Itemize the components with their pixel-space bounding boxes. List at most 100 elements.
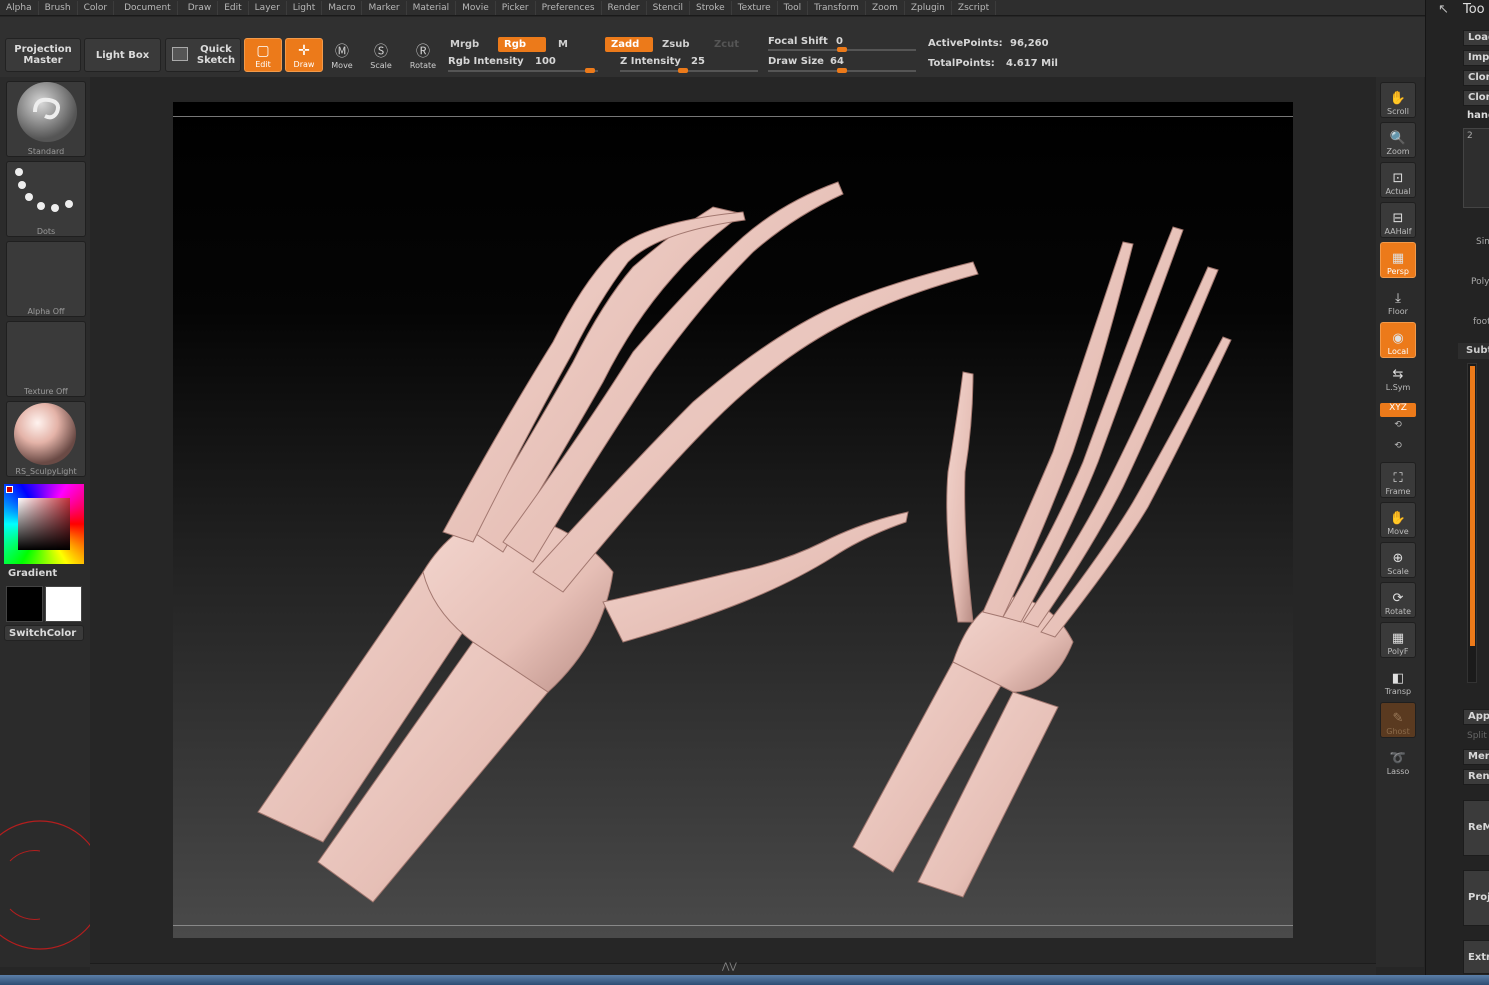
zoom-button[interactable]: 🔍 Zoom: [1380, 122, 1416, 158]
gradient-label[interactable]: Gradient: [8, 568, 57, 579]
ghost-button[interactable]: ✎ Ghost: [1380, 702, 1416, 738]
menu-material[interactable]: Material: [407, 0, 457, 15]
view-rotate-button[interactable]: ⟳ Rotate: [1380, 582, 1416, 618]
menu-zoom[interactable]: Zoom: [866, 0, 905, 15]
quick-sketch-icon: [172, 47, 188, 61]
menu-preferences[interactable]: Preferences: [536, 0, 602, 15]
remove-button[interactable]: Ren: [1463, 769, 1489, 785]
material-selector[interactable]: RS_SculpyLight: [6, 401, 86, 477]
color-picker-square[interactable]: [18, 498, 70, 550]
rotate-button[interactable]: Ⓡ Rotate: [404, 38, 442, 72]
menu-marker[interactable]: Marker: [362, 0, 407, 15]
menu-edit[interactable]: Edit: [218, 0, 249, 15]
load-tool-button[interactable]: Load: [1463, 30, 1489, 46]
bottom-shelf-toggle-icon[interactable]: ⋀⋁: [722, 962, 737, 972]
menu-stencil[interactable]: Stencil: [647, 0, 691, 15]
tool-tray-pin-icon[interactable]: ↖: [1438, 2, 1449, 17]
merge-button[interactable]: Mer: [1463, 749, 1489, 765]
m-button[interactable]: M: [552, 37, 574, 52]
local-button[interactable]: ◉ Local: [1380, 322, 1416, 358]
focal-shift-track[interactable]: [768, 47, 916, 52]
viewport-canvas[interactable]: [173, 102, 1293, 938]
subtool-scrollbar[interactable]: [1467, 363, 1477, 683]
menu-light[interactable]: Light: [287, 0, 323, 15]
menu-picker[interactable]: Picker: [496, 0, 536, 15]
zadd-button[interactable]: Zadd: [605, 37, 653, 52]
import-button[interactable]: Imp: [1463, 50, 1489, 66]
remesh-button[interactable]: ReM: [1463, 800, 1489, 856]
menu-macro[interactable]: Macro: [322, 0, 363, 15]
light-box-button[interactable]: Light Box: [84, 38, 161, 72]
scale-label: Scale: [370, 61, 392, 70]
subtool-header[interactable]: Subt: [1458, 343, 1489, 359]
aahalf-button[interactable]: ⊟ AAHalf: [1380, 202, 1416, 238]
menu-render[interactable]: Render: [602, 0, 647, 15]
right-shelf: ✋ Scroll 🔍 Zoom ⊡ Actual ⊟ AAHalf ▦ Persp ⤓ Fl…: [1376, 77, 1424, 967]
persp-button[interactable]: ▦ Persp: [1380, 242, 1416, 278]
menu-brush[interactable]: Brush: [39, 0, 78, 15]
menu-transform[interactable]: Transform: [808, 0, 866, 15]
zcut-button[interactable]: Zcut: [708, 37, 745, 52]
menu-layer[interactable]: Layer: [249, 0, 287, 15]
tool-thumbnail[interactable]: 2: [1463, 128, 1489, 208]
z-intensity-knob[interactable]: [677, 68, 688, 73]
simple-brush-label: Sim: [1476, 237, 1489, 247]
view-move-button[interactable]: ✋ Move: [1380, 502, 1416, 538]
lasso-button[interactable]: ➰ Lasso: [1380, 742, 1416, 778]
project-button[interactable]: Proj: [1463, 870, 1489, 926]
menu-draw[interactable]: Draw: [178, 0, 219, 15]
switch-color-button[interactable]: SwitchColor: [4, 625, 84, 641]
secondary-color-swatch[interactable]: [45, 586, 82, 622]
texture-selector[interactable]: Texture Off: [6, 321, 86, 397]
draw-size-knob[interactable]: [837, 68, 847, 73]
actual-button[interactable]: ⊡ Actual: [1380, 162, 1416, 198]
subtool-scroll-thumb[interactable]: [1470, 366, 1475, 646]
xyz-button[interactable]: XYZ: [1380, 403, 1416, 417]
menu-stroke[interactable]: Stroke: [690, 0, 732, 15]
clone-all-button[interactable]: Clon: [1463, 90, 1489, 106]
rgb-intensity-track[interactable]: [448, 68, 598, 73]
menu-texture[interactable]: Texture: [732, 0, 778, 15]
transp-button[interactable]: ◧ Transp: [1380, 662, 1416, 698]
split-label[interactable]: Split: [1467, 731, 1487, 741]
stroke-selector[interactable]: Dots: [6, 161, 86, 237]
z-intensity-track[interactable]: [620, 68, 758, 73]
frame-button[interactable]: ⛶ Frame: [1380, 462, 1416, 498]
move-button[interactable]: Ⓜ Move: [323, 38, 361, 72]
view-scale-button[interactable]: ⊕ Scale: [1380, 542, 1416, 578]
brush-selector[interactable]: Standard: [6, 81, 86, 157]
projection-master-button[interactable]: Projection Master: [5, 38, 81, 72]
floor-button[interactable]: ⤓ Floor: [1380, 282, 1416, 318]
draw-button[interactable]: ✛ Draw: [285, 38, 323, 72]
append-button[interactable]: App: [1463, 709, 1489, 725]
menu-movie[interactable]: Movie: [456, 0, 496, 15]
rotate-y-icon[interactable]: ⟲: [1380, 420, 1416, 434]
scale-button[interactable]: Ⓢ Scale: [362, 38, 400, 72]
draw-size-track[interactable]: [768, 68, 916, 73]
focal-shift-knob[interactable]: [837, 47, 847, 52]
menu-alpha[interactable]: Alpha: [0, 0, 39, 15]
extract-button[interactable]: Extr: [1463, 940, 1489, 974]
menu-zplugin[interactable]: Zplugin: [905, 0, 952, 15]
rgb-intensity-knob[interactable]: [585, 68, 596, 73]
rgb-button[interactable]: Rgb: [498, 37, 546, 52]
main-color-swatch[interactable]: [6, 586, 43, 622]
clone-button[interactable]: Clon: [1463, 70, 1489, 86]
rotate-z-icon[interactable]: ⟲: [1380, 441, 1416, 455]
draw-size-label: Draw Size: [768, 56, 824, 67]
menu-tool[interactable]: Tool: [778, 0, 809, 15]
scroll-label: Scroll: [1387, 107, 1409, 116]
scroll-button[interactable]: ✋ Scroll: [1380, 82, 1416, 118]
menu-document[interactable]: Document: [114, 0, 178, 15]
alpha-selector[interactable]: Alpha Off: [6, 241, 86, 317]
zsub-button[interactable]: Zsub: [656, 37, 704, 52]
brush-cursor-icon: [0, 820, 90, 950]
menu-zscript[interactable]: Zscript: [952, 0, 997, 15]
polyf-button[interactable]: ▦ PolyF: [1380, 622, 1416, 658]
quick-sketch-button[interactable]: Quick Sketch: [165, 38, 241, 72]
mrgb-button[interactable]: Mrgb: [444, 37, 485, 52]
edit-button[interactable]: ▢ Edit: [244, 38, 282, 72]
menu-color[interactable]: Color: [78, 0, 115, 15]
lsym-button[interactable]: ⇆ L.Sym: [1380, 362, 1416, 394]
color-picker[interactable]: [4, 484, 84, 564]
